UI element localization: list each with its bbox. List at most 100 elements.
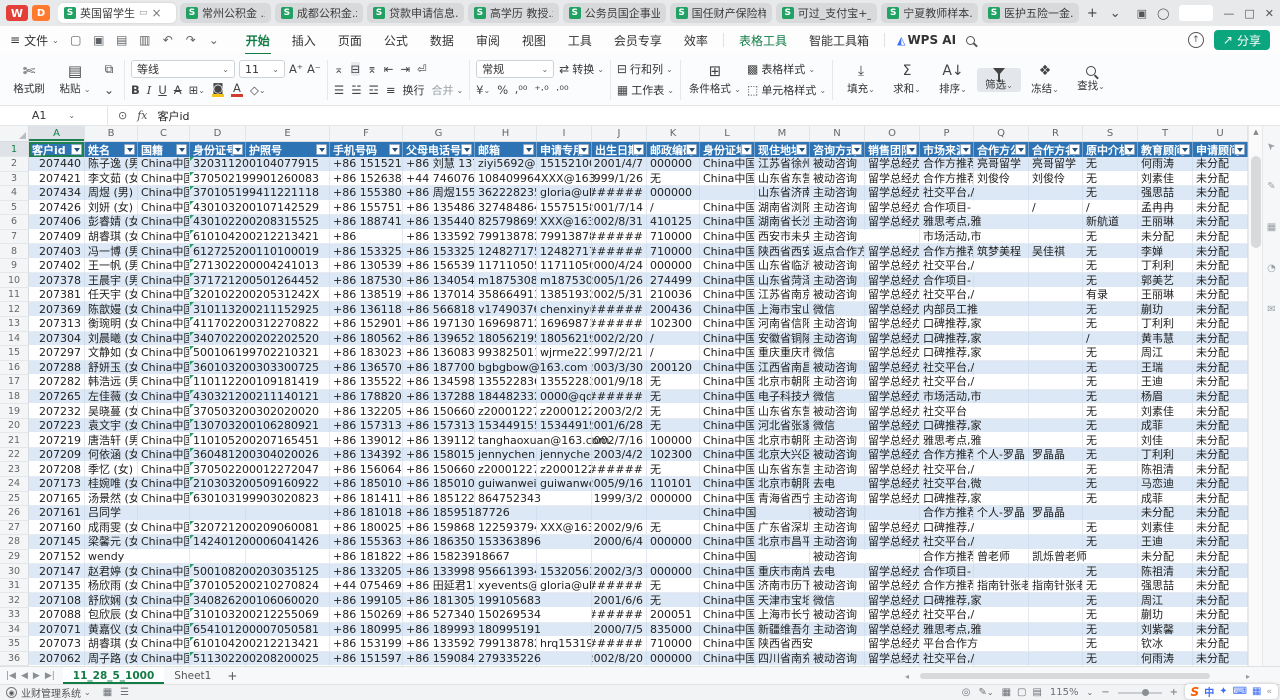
cell-P5[interactable]: 合作项目-: [920, 201, 974, 216]
cell-Q32[interactable]: [974, 593, 1029, 608]
cell-C16[interactable]: China中国: [138, 361, 190, 376]
cell-G2[interactable]: +86 刘慧 137052: [403, 157, 475, 172]
cell-B4[interactable]: 周煜 (男): [85, 186, 138, 201]
cell-L3[interactable]: China中国: [700, 172, 755, 187]
doc-tab[interactable]: S国任财产保险样本.x: [670, 3, 772, 23]
cell-Q36[interactable]: [974, 652, 1029, 666]
cell-J20[interactable]: 2001/6/28: [592, 419, 647, 434]
cell-C28[interactable]: China中国: [138, 535, 190, 550]
align-middle-icon[interactable]: ⊟: [351, 62, 361, 76]
ime-keyboard-icon[interactable]: ⌨: [1233, 686, 1247, 697]
cell-F22[interactable]: +86 13439252: [330, 448, 403, 463]
cell-R33[interactable]: [1029, 608, 1083, 623]
header-cell-F[interactable]: 手机号码: [330, 142, 403, 157]
cell-H15[interactable]: 993825011: [475, 346, 537, 361]
cell-K36[interactable]: 000000: [647, 652, 700, 666]
cell-N33[interactable]: 被动咨询: [810, 608, 865, 623]
increase-indent-icon[interactable]: ⇥: [400, 62, 410, 76]
cell-M22[interactable]: 北京大兴区: [755, 448, 810, 463]
cell-H10[interactable]: m1875308: [475, 273, 537, 288]
cell-N3[interactable]: 被动咨询: [810, 172, 865, 187]
cell-U4[interactable]: 未分配: [1193, 186, 1248, 201]
cell-T31[interactable]: 强思喆: [1138, 579, 1193, 594]
cell-C12[interactable]: China中国: [138, 302, 190, 317]
cell-A29[interactable]: 207152: [29, 550, 85, 565]
cell-K6[interactable]: 410125: [647, 215, 700, 230]
outline-icon[interactable]: ☰: [120, 687, 129, 698]
cell-T17[interactable]: 王迪: [1138, 375, 1193, 390]
cell-U21[interactable]: 未分配: [1193, 433, 1248, 448]
cell-A9[interactable]: 207402: [29, 259, 85, 274]
filter-dropdown-icon[interactable]: [741, 144, 752, 155]
underline-button[interactable]: U: [158, 83, 166, 97]
cell-K16[interactable]: 200120: [647, 361, 700, 376]
cell-N10[interactable]: 主动咨询: [810, 273, 865, 288]
cell-T2[interactable]: 何雨涛: [1138, 157, 1193, 172]
header-cell-B[interactable]: 姓名: [85, 142, 138, 157]
new-file-icon[interactable]: ▢: [69, 33, 83, 47]
cell-Q11[interactable]: [974, 288, 1029, 303]
cell-O25[interactable]: 留学总经办: [865, 492, 920, 507]
wrap-text-icon[interactable]: ⏎: [417, 62, 427, 76]
cell-P16[interactable]: 社交平台,/: [920, 361, 974, 376]
cell-A22[interactable]: 207209: [29, 448, 85, 463]
filter-dropdown-icon[interactable]: [1234, 144, 1245, 155]
cell-B3[interactable]: 李文茹 (女: [85, 172, 138, 187]
cell-K29[interactable]: [647, 550, 700, 565]
cell-L26[interactable]: China中国: [700, 506, 755, 521]
cell-M36[interactable]: 四川省南充: [755, 652, 810, 666]
cell-G13[interactable]: +86 1971300890: [403, 317, 475, 332]
cell-D4[interactable]: 370105199411221118: [190, 186, 246, 201]
cell-K24[interactable]: 110101: [647, 477, 700, 492]
cell-T6[interactable]: 王丽琳: [1138, 215, 1193, 230]
cell-O19[interactable]: 留学总经办: [865, 404, 920, 419]
cell-S11[interactable]: 有录: [1083, 288, 1138, 303]
cell-M4[interactable]: 山东省济南: [755, 186, 810, 201]
cell-N24[interactable]: 去电: [810, 477, 865, 492]
cell-K15[interactable]: /: [647, 346, 700, 361]
cell-C14[interactable]: China中国: [138, 332, 190, 347]
cell-F24[interactable]: +86 18501030: [330, 477, 403, 492]
cell-G3[interactable]: +44 7460762888: [403, 172, 475, 187]
cell-F12[interactable]: +86 13611860: [330, 302, 403, 317]
cell-P8[interactable]: 合作方推荐: [920, 244, 974, 259]
cell-S32[interactable]: 无: [1083, 593, 1138, 608]
filter-dropdown-icon[interactable]: [389, 144, 400, 155]
menu-item-11[interactable]: 表格工具: [728, 28, 798, 53]
cell-P35[interactable]: 平台合作方: [920, 637, 974, 652]
docer-icon[interactable]: D: [32, 5, 50, 21]
cell-H28[interactable]: 153363896: [475, 535, 537, 550]
vertical-scroll-thumb[interactable]: [1251, 156, 1261, 248]
cell-Q5[interactable]: [974, 201, 1029, 216]
cell-S7[interactable]: 无: [1083, 230, 1138, 245]
doc-tab[interactable]: S常州公积金 .xlsx: [180, 3, 271, 23]
cell-S29[interactable]: [1083, 550, 1138, 565]
cell-J35[interactable]: ########: [592, 637, 647, 652]
cell-L30[interactable]: China中国: [700, 564, 755, 579]
column-letter-C[interactable]: C: [138, 126, 190, 141]
cell-O4[interactable]: 留学总经办: [865, 186, 920, 201]
cell-T3[interactable]: 刘素佳: [1138, 172, 1193, 187]
cell-A26[interactable]: 207161: [29, 506, 85, 521]
header-cell-D[interactable]: 身份证号: [190, 142, 246, 157]
zoom-slider-knob[interactable]: [1142, 689, 1149, 696]
cell-P31[interactable]: 合作方推荐: [920, 579, 974, 594]
cell-N22[interactable]: 被动咨询: [810, 448, 865, 463]
zoom-in-icon[interactable]: +: [1170, 687, 1178, 698]
cell-M3[interactable]: 山东省东营: [755, 172, 810, 187]
align-top-icon[interactable]: ⌅: [334, 62, 344, 76]
cell-I33[interactable]: [537, 608, 592, 623]
cell-B33[interactable]: 包欣辰 (女: [85, 608, 138, 623]
cell-B27[interactable]: 成雨雯 (女: [85, 521, 138, 536]
filter-dropdown-icon[interactable]: [232, 144, 243, 155]
cell-P23[interactable]: 社交平台,/: [920, 462, 974, 477]
cell-P22[interactable]: 合作方推荐: [920, 448, 974, 463]
cell-B12[interactable]: 陈歆嫚 (女: [85, 302, 138, 317]
cell-P26[interactable]: 合作方推荐: [920, 506, 974, 521]
increase-decimal-icon[interactable]: ⁺·⁰: [534, 83, 548, 97]
cell-G18[interactable]: +86 1372884680: [403, 390, 475, 405]
cell-U16[interactable]: 未分配: [1193, 361, 1248, 376]
cell-S18[interactable]: 无: [1083, 390, 1138, 405]
cell-S27[interactable]: 无: [1083, 521, 1138, 536]
cell-M24[interactable]: 北京市朝阳: [755, 477, 810, 492]
